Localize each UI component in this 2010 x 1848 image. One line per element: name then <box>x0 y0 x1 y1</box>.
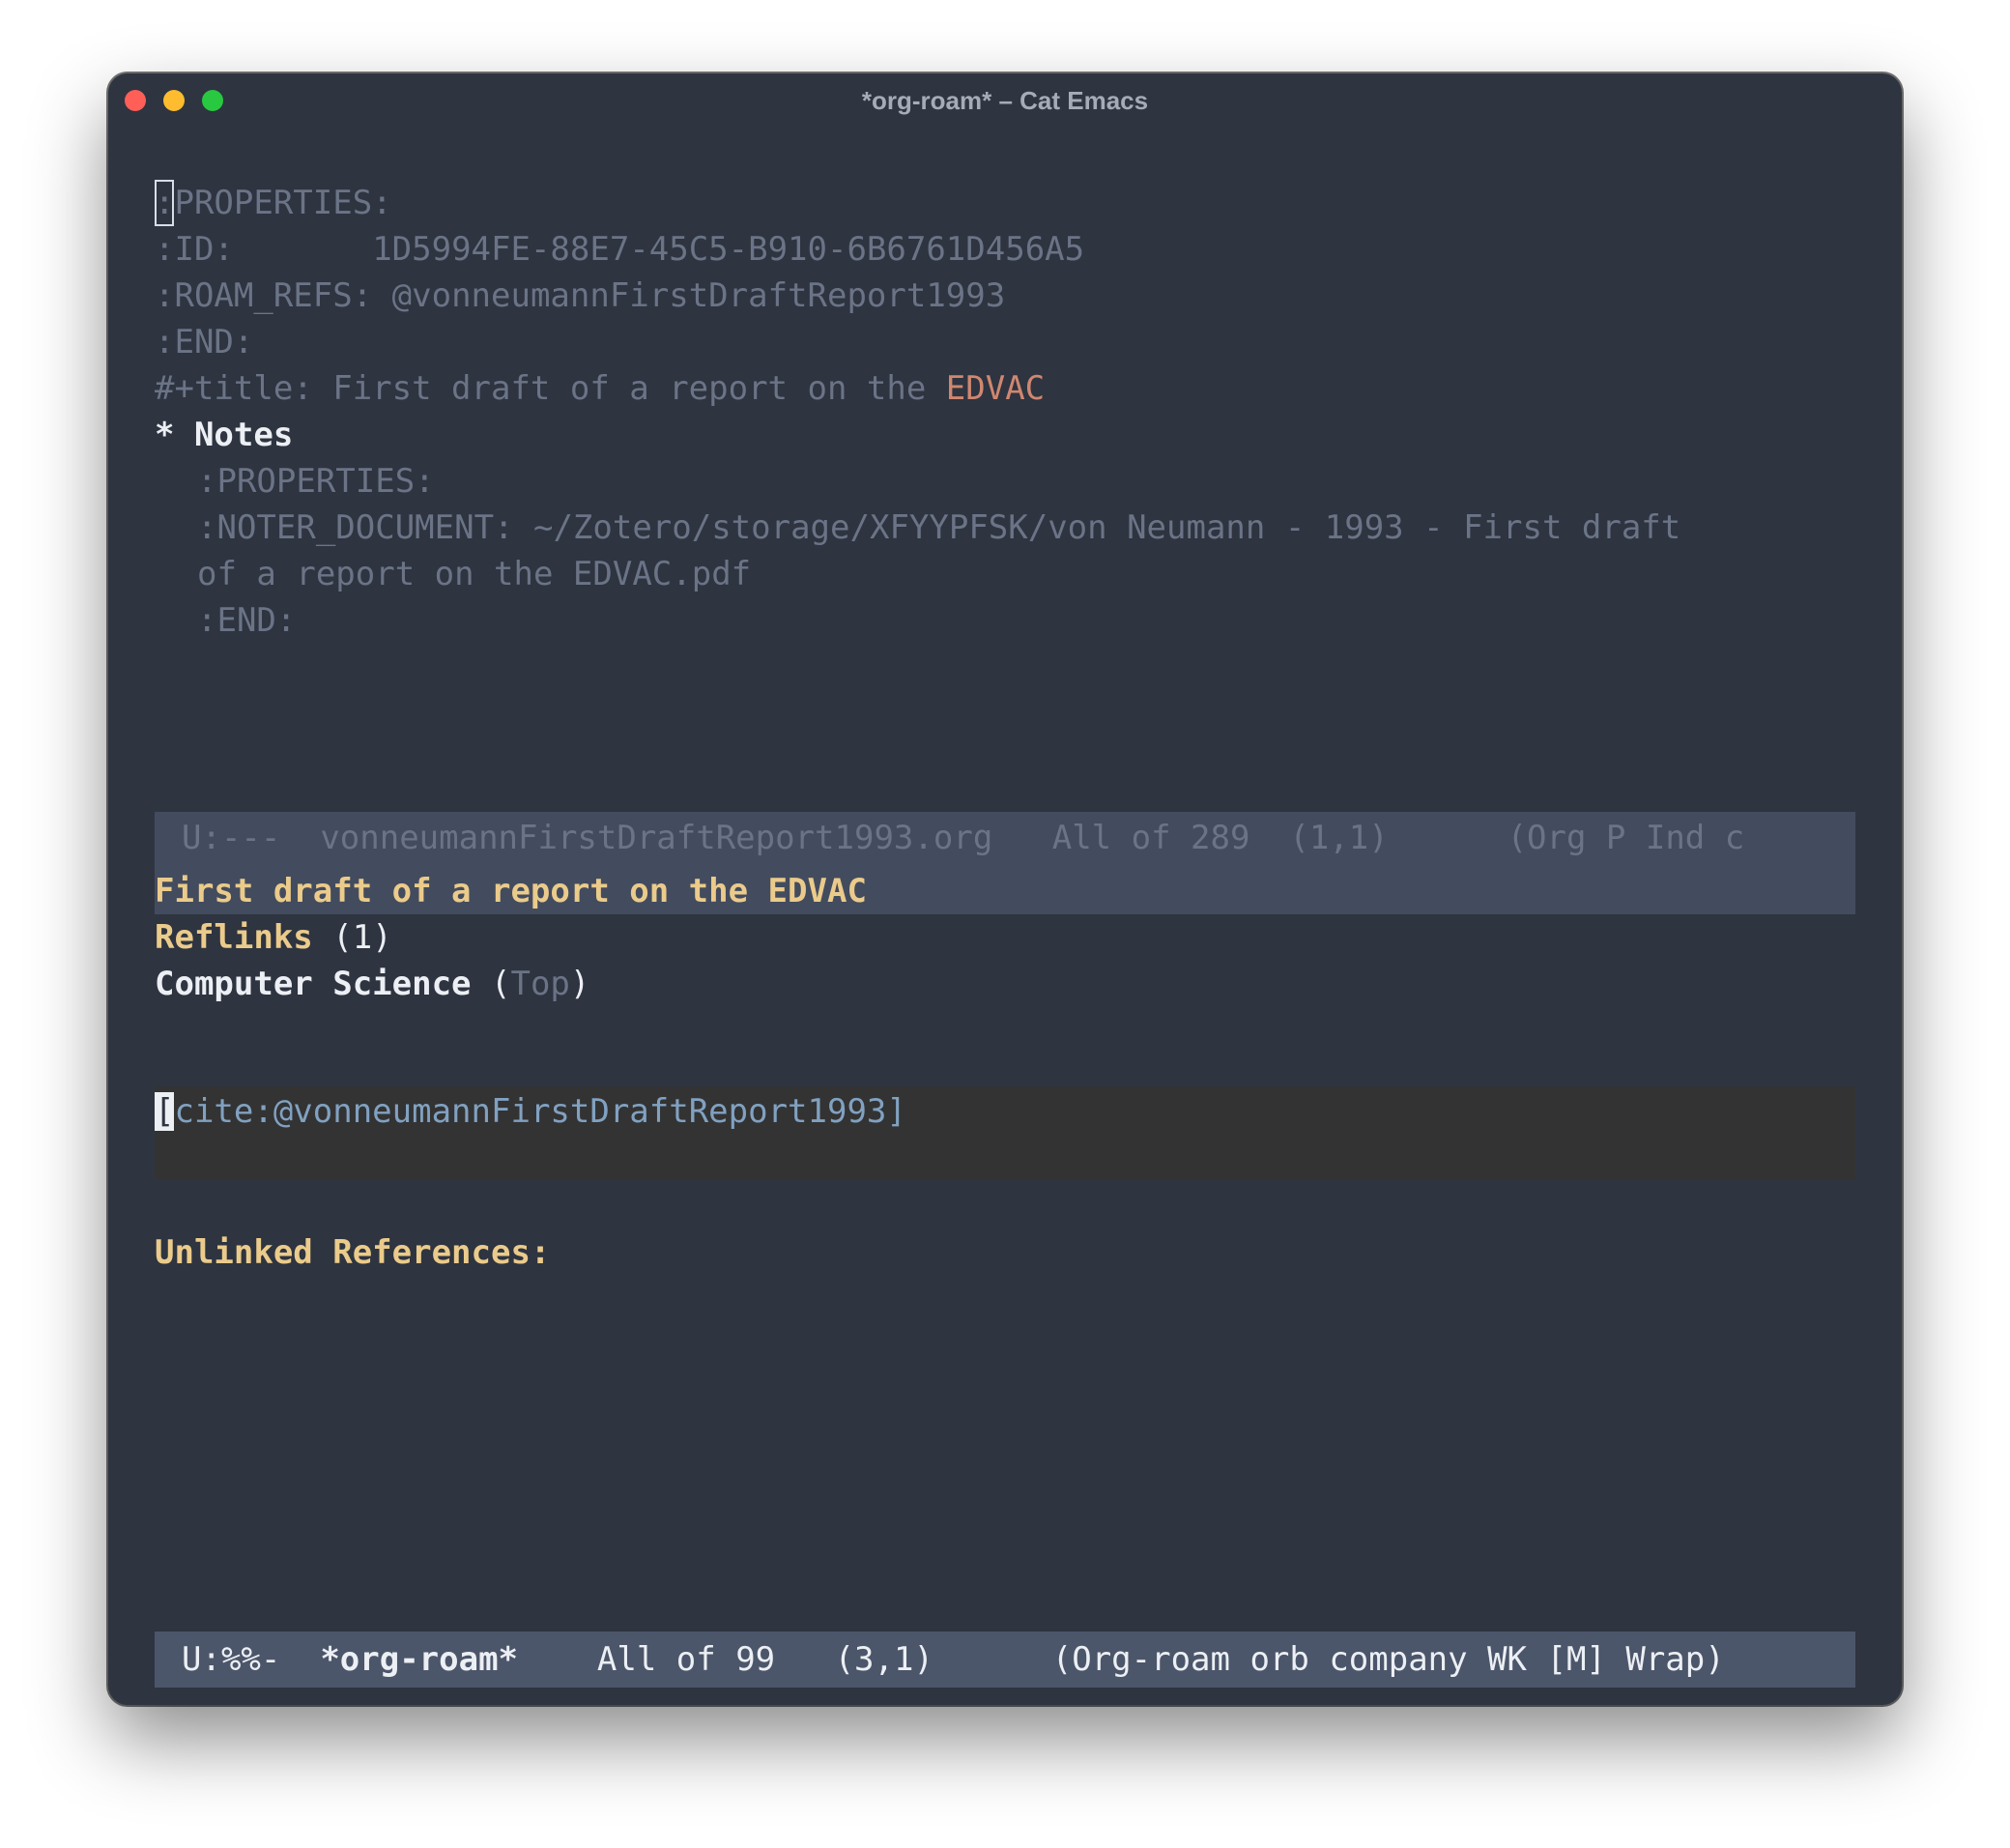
modeline-modes: (Org P Ind c <box>1507 819 1745 857</box>
reflink-source-title: Computer Science <box>155 965 472 1003</box>
roam-node-title: First draft of a report on the EDVAC <box>155 872 867 910</box>
title-edvac: EDVAC <box>945 369 1046 408</box>
properties-drawer-end[interactable]: :END: <box>155 319 253 365</box>
roam-refs-key: :ROAM_REFS: <box>155 276 373 315</box>
modeline-line-col: (3,1) <box>834 1640 933 1679</box>
notes-properties-end[interactable]: :END: <box>197 597 296 644</box>
roam-refs-line[interactable]: :ROAM_REFS: @vonneumannFirstDraftReport1… <box>155 273 1005 319</box>
reflink-outline: Top <box>510 965 570 1003</box>
modeline-state: U:%%- <box>182 1640 281 1679</box>
roam-refs-value: @vonneumannFirstDraftReport1993 <box>391 276 1006 315</box>
modeline-line-col: (1,1) <box>1289 819 1389 857</box>
modeline-position: All of 289 <box>1051 819 1250 857</box>
id-key: :ID: <box>155 230 234 269</box>
modeline-modes: (Org-roam orb company WK [M] Wrap) <box>1051 1640 1725 1679</box>
title-keyword-line[interactable]: #+title: First draft of a report on the … <box>155 365 1045 412</box>
top-modeline[interactable]: U:--- vonneumannFirstDraftReport1993.org… <box>155 812 1855 864</box>
noter-document-line-wrapped[interactable]: of a report on the EDVAC.pdf <box>197 551 751 597</box>
reflinks-section-heading[interactable]: Reflinks (1) <box>155 914 392 961</box>
reflinks-label: Reflinks <box>155 918 313 957</box>
noter-document-line[interactable]: :NOTER_DOCUMENT: ~/Zotero/storage/XFYYPF… <box>197 505 1680 551</box>
properties-drawer-start[interactable]: :PROPERTIES: <box>155 180 392 226</box>
reflink-preview-cite[interactable]: [cite:@vonneumannFirstDraftReport1993] <box>155 1088 906 1135</box>
reflinks-count: (1) <box>332 918 392 957</box>
notes-heading[interactable]: * Notes <box>155 412 293 458</box>
modeline-position: All of 99 <box>596 1640 776 1679</box>
properties-label: PROPERTIES: <box>174 184 392 222</box>
emacs-window: *org-roam* – Cat Emacs :PROPERTIES: :ID:… <box>108 73 1902 1705</box>
cite-link[interactable]: cite:@vonneumannFirstDraftReport1993] <box>174 1092 905 1131</box>
id-property-line[interactable]: :ID: 1D5994FE-88E7-45C5-B910-6B6761D456A… <box>155 226 1084 273</box>
notes-properties-start[interactable]: :PROPERTIES: <box>197 458 435 505</box>
text-cursor-block: [ <box>155 1092 175 1131</box>
unlinked-references-heading[interactable]: Unlinked References: <box>155 1229 550 1276</box>
id-value: 1D5994FE-88E7-45C5-B910-6B6761D456A5 <box>372 230 1085 269</box>
title-keyword: #+title: First draft of a report on the <box>155 369 946 408</box>
reflink-source[interactable]: Computer Science (Top) <box>155 961 589 1007</box>
bottom-modeline[interactable]: U:%%- *org-roam* All of 99 (3,1) (Org-ro… <box>155 1631 1855 1688</box>
editor-area[interactable]: :PROPERTIES: :ID: 1D5994FE-88E7-45C5-B91… <box>155 73 1855 1688</box>
modeline-state: U:--- <box>182 819 281 857</box>
text-cursor: : <box>155 180 175 226</box>
modeline-buffer-name: *org-roam* <box>320 1640 519 1679</box>
modeline-buffer-name: vonneumannFirstDraftReport1993.org <box>320 819 993 857</box>
